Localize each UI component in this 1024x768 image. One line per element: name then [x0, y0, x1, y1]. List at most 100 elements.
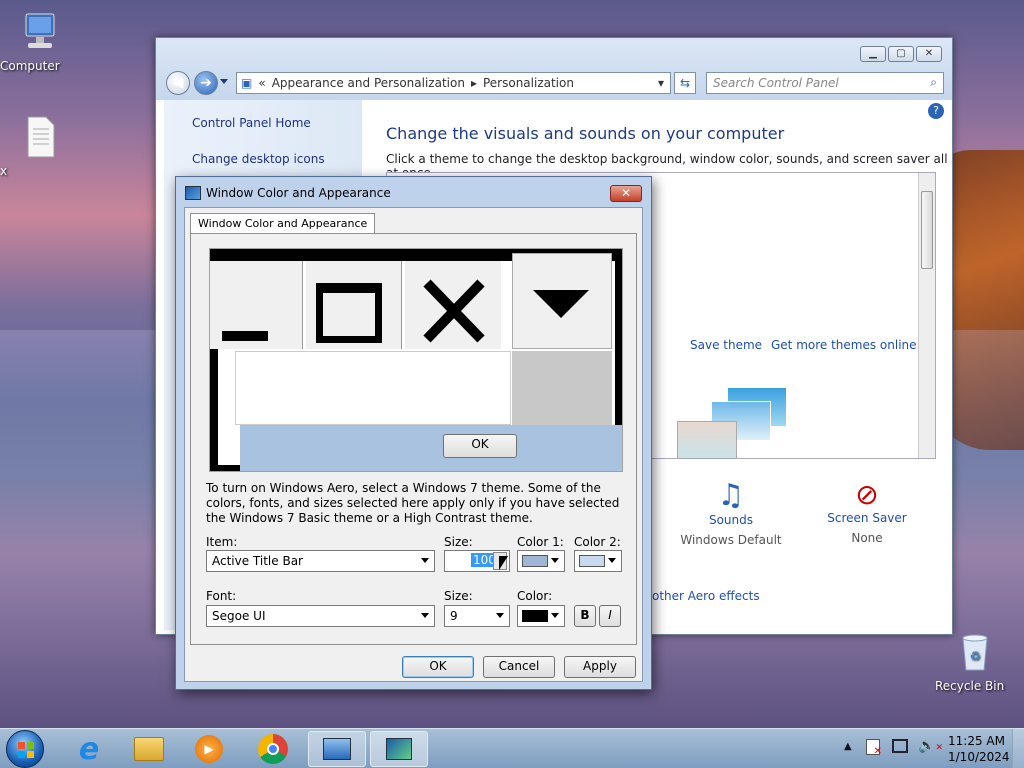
- italic-button[interactable]: I: [599, 605, 621, 627]
- font-size-value: 9: [450, 609, 458, 623]
- media-player-icon: ▶: [195, 735, 223, 763]
- show-desktop-button[interactable]: [1012, 729, 1024, 768]
- recycle-bin-icon: ♻: [962, 634, 988, 671]
- start-button[interactable]: [6, 730, 44, 768]
- text-file-icon: [27, 116, 55, 158]
- chevron-down-icon: [608, 558, 616, 563]
- start-orb-icon: [18, 742, 34, 758]
- chevron-down-icon: [551, 558, 559, 563]
- screen-saver-value: None: [851, 531, 883, 545]
- minimize-button[interactable]: ▁: [860, 46, 886, 62]
- bold-button[interactable]: B: [574, 605, 596, 627]
- refresh-button[interactable]: ⇆: [674, 72, 696, 94]
- dialog-body: Window Color and Appearance OK To turn o…: [184, 207, 643, 682]
- network-icon[interactable]: [892, 739, 908, 753]
- search-input[interactable]: Search Control Panel ⌕: [706, 72, 944, 94]
- breadcrumb-overflow[interactable]: «: [258, 76, 265, 90]
- screen-saver-tile[interactable]: ⊘ Screen Saver None: [812, 478, 922, 545]
- desktop-icon-recycle-bin[interactable]: ♻ Recycle Bin: [935, 630, 1015, 693]
- taskbar-ie[interactable]: e: [60, 731, 118, 767]
- apply-button[interactable]: Apply: [564, 656, 636, 678]
- font-color-picker[interactable]: [517, 605, 565, 627]
- color2-label: Color 2:: [574, 535, 621, 549]
- taskbar-chrome[interactable]: [244, 731, 302, 767]
- screen-saver-label[interactable]: Screen Saver: [812, 511, 922, 525]
- breadcrumb-personalization[interactable]: Personalization: [483, 76, 574, 90]
- preview-maximize-glyph: [306, 261, 402, 349]
- mouse-cursor-icon: [499, 556, 508, 570]
- chevron-down-icon: [496, 613, 504, 618]
- preview-ok-button[interactable]: OK: [443, 434, 517, 458]
- sounds-label[interactable]: Sounds: [676, 513, 786, 527]
- address-bar[interactable]: ▣ « Appearance and Personalization ▸ Per…: [236, 72, 671, 94]
- search-placeholder: Search Control Panel: [713, 76, 839, 90]
- chevron-down-icon: [551, 613, 559, 618]
- recent-pages-dropdown[interactable]: [220, 79, 228, 84]
- font-select[interactable]: Segoe UI: [206, 605, 435, 627]
- chevron-down-icon: [421, 558, 429, 563]
- close-button[interactable]: ✕: [916, 46, 942, 62]
- window-color-dialog: Window Color and Appearance ✕ Window Col…: [175, 176, 652, 690]
- chrome-icon: [258, 734, 288, 764]
- tab-window-color[interactable]: Window Color and Appearance: [190, 213, 376, 233]
- color2-swatch: [579, 555, 605, 567]
- breadcrumb-appearance[interactable]: Appearance and Personalization: [272, 76, 465, 90]
- page-title: Change the visuals and sounds on your co…: [386, 124, 785, 143]
- dialog-close-button[interactable]: ✕: [610, 185, 642, 202]
- forward-button[interactable]: ➔: [194, 71, 218, 95]
- preview-window-content: [235, 351, 511, 425]
- internet-explorer-icon: e: [78, 731, 100, 767]
- back-button[interactable]: ◀: [166, 71, 190, 95]
- font-color-label: Color:: [517, 589, 553, 603]
- color1-label: Color 1:: [517, 535, 564, 549]
- theme-thumbnail: [677, 421, 737, 459]
- theme-list-scrollbar[interactable]: [918, 173, 935, 458]
- desktop-icon-computer[interactable]: Computer: [0, 10, 80, 73]
- taskbar-explorer[interactable]: [120, 731, 178, 767]
- ok-button[interactable]: OK: [402, 656, 474, 678]
- window-color-icon: [386, 738, 412, 760]
- maximize-button[interactable]: ▢: [888, 46, 914, 62]
- control-panel-home-link[interactable]: Control Panel Home: [192, 116, 311, 130]
- scroll-thumb[interactable]: [921, 191, 933, 269]
- preview-dropdown-glyph: [512, 253, 612, 349]
- file-explorer-icon: [134, 737, 164, 761]
- theme-thumbnail-stack[interactable]: [677, 387, 807, 459]
- taskbar-window-color[interactable]: [370, 731, 428, 767]
- font-size-label: Size:: [444, 589, 473, 603]
- font-select-value: Segoe UI: [212, 609, 266, 623]
- screen-saver-icon: ⊘: [855, 478, 879, 511]
- address-dropdown-icon[interactable]: ▾: [658, 76, 664, 90]
- save-theme-link[interactable]: Save theme: [690, 338, 762, 352]
- preview-message-bar: [240, 425, 622, 471]
- tab-panel: OK To turn on Windows Aero, select a Win…: [190, 233, 637, 645]
- desktop-icon-label: x: [0, 164, 8, 178]
- cancel-button[interactable]: Cancel: [483, 656, 555, 678]
- size-label: Size:: [444, 535, 473, 549]
- sounds-tile[interactable]: ♫ Sounds Windows Default: [676, 478, 786, 547]
- item-label: Item:: [206, 535, 238, 549]
- appearance-preview[interactable]: OK: [209, 248, 623, 472]
- item-select-value: Active Title Bar: [212, 554, 303, 568]
- taskbar-control-panel[interactable]: [308, 731, 366, 767]
- change-desktop-icons-link[interactable]: Change desktop icons: [192, 152, 325, 166]
- item-select[interactable]: Active Title Bar: [206, 550, 435, 572]
- taskbar-media-player[interactable]: ▶: [180, 731, 238, 767]
- sounds-value: Windows Default: [680, 533, 782, 547]
- clock-time[interactable]: 11:25 AM: [948, 734, 1005, 748]
- color1-picker[interactable]: [517, 550, 565, 572]
- show-hidden-icons-button[interactable]: ▲: [844, 741, 852, 752]
- computer-icon: [25, 13, 55, 48]
- get-more-themes-link[interactable]: Get more themes online: [771, 338, 917, 352]
- font-size-select[interactable]: 9: [444, 605, 510, 627]
- volume-icon[interactable]: 🔈✕: [918, 738, 943, 754]
- clock-date[interactable]: 1/10/2024: [948, 750, 1010, 764]
- dialog-icon: [185, 186, 201, 200]
- action-center-icon[interactable]: ✕: [866, 739, 882, 757]
- aero-effects-link[interactable]: other Aero effects: [652, 589, 760, 603]
- search-icon[interactable]: ⌕: [930, 75, 937, 90]
- color2-picker[interactable]: [574, 550, 622, 572]
- sounds-icon: ♫: [717, 478, 745, 513]
- desktop-icon-file[interactable]: x: [0, 115, 80, 178]
- help-icon[interactable]: ?: [928, 103, 944, 119]
